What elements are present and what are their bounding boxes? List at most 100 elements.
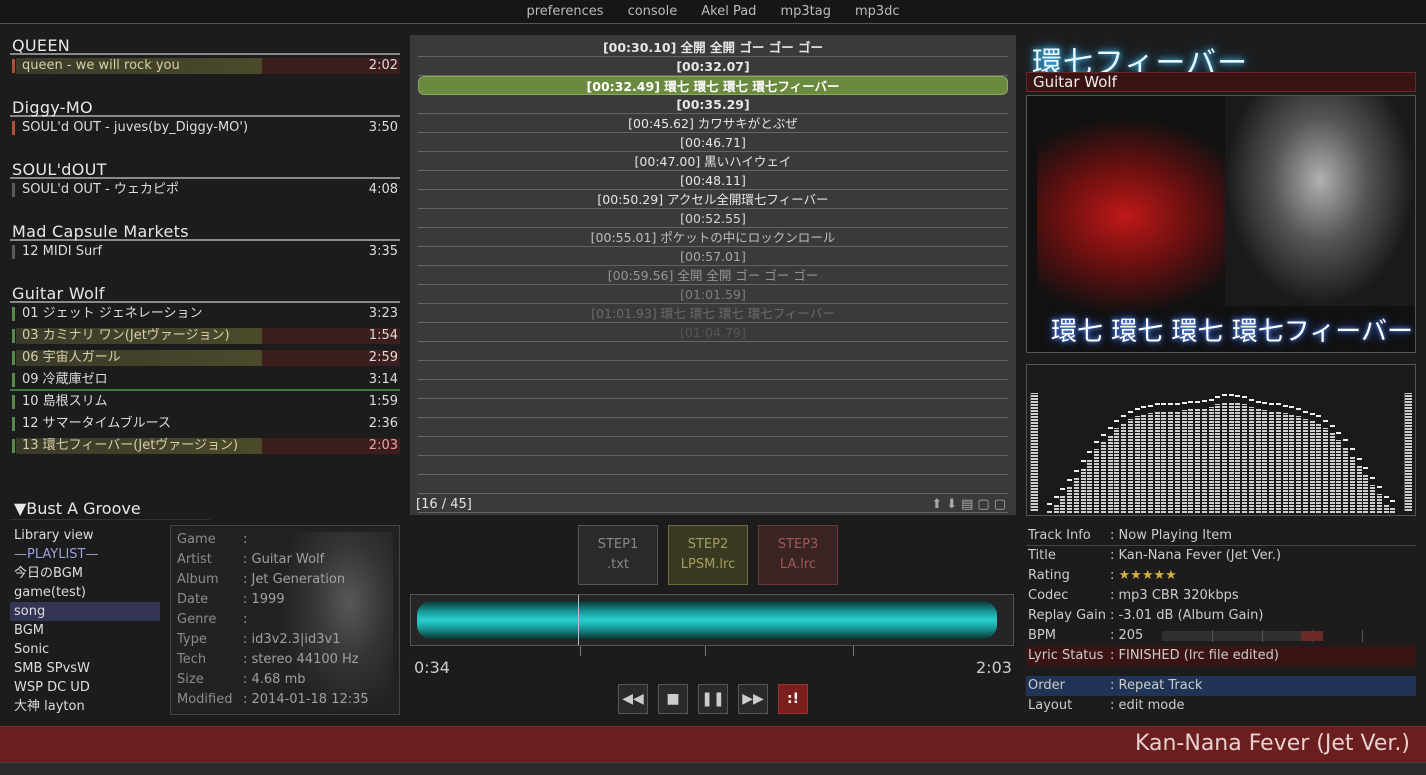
lyrics-panel[interactable]: [00:30.10] 全開 全開 ゴー ゴー ゴー [00:32.07] [00:3… [410, 35, 1016, 515]
info-header-value: : Now Playing Item [1110, 528, 1232, 543]
lyric-line[interactable]: [01:04.79] [418, 323, 1008, 342]
library-item[interactable]: Sonic [10, 640, 160, 659]
track-row[interactable]: 12 サマータイムブルース 2:36 [10, 413, 400, 435]
lyric-line[interactable]: [00:32.49] 環七 環七 環七 環七フィーバー [418, 76, 1008, 95]
waveform-seekbar[interactable]: ▼ [410, 594, 1014, 646]
group-title[interactable]: SOUL'dOUT [10, 160, 400, 179]
lyric-line[interactable]: [00:50.29] アクセル全開環七フィーバー [418, 190, 1008, 209]
next-button[interactable]: ▶▶ [738, 684, 768, 714]
meta-row: Artist: Guitar Wolf [171, 550, 399, 570]
rating-stars-icon[interactable]: ★★★★★ [1119, 568, 1177, 583]
order-key: Order [1028, 678, 1065, 693]
library-title[interactable]: ▼Bust A Groove [10, 498, 210, 520]
stop-button[interactable]: ■ [658, 684, 688, 714]
library-item[interactable]: 今日のBGM [10, 564, 160, 583]
lyric-line[interactable] [418, 361, 1008, 380]
step2-sub: LPSM.lrc [680, 557, 736, 572]
menu-console[interactable]: console [628, 4, 678, 19]
lyric-line[interactable]: [00:30.10] 全開 全開 ゴー ゴー ゴー [418, 38, 1008, 57]
track-row[interactable]: 13 環七フィーバー(Jetヴァージョン) 2:03 [10, 435, 400, 457]
lyric-line[interactable]: [00:32.07] [418, 57, 1008, 76]
lyric-line[interactable]: [01:01.93] 環七 環七 環七 環七フィーバー [418, 304, 1008, 323]
lyric-line[interactable]: [00:45.62] カワサキがとぶぜ [418, 114, 1008, 133]
library-item[interactable]: SMB SPvsW [10, 659, 160, 678]
library-item[interactable]: song [10, 602, 160, 621]
menu-mp3tag[interactable]: mp3tag [780, 4, 831, 19]
lyric-line[interactable]: [00:35.29] [418, 95, 1008, 114]
lyric-line[interactable] [418, 418, 1008, 437]
library-nav: Library view —PLAYLIST— 今日のBGM game(test) so… [10, 526, 160, 716]
group-title[interactable]: Diggy-MO [10, 98, 400, 117]
info-order[interactable]: Order: Repeat Track [1026, 676, 1416, 696]
spectrum-bar [1356, 465, 1362, 513]
spectrum-peak [1154, 403, 1160, 406]
track-row[interactable]: SOUL'd OUT - ウェカピポ 4:08 [10, 179, 400, 201]
track-row[interactable]: 10 島根スリム 1:59 [10, 391, 400, 413]
library-item[interactable]: —PLAYLIST— [10, 545, 160, 564]
lyric-line[interactable] [418, 380, 1008, 399]
lyric-line[interactable]: [00:47.00] 黒いハイウェイ [418, 152, 1008, 171]
spectrum-bar [1363, 475, 1369, 513]
info-layout[interactable]: Layout: edit mode [1026, 696, 1416, 716]
spectrum-peak [1121, 415, 1127, 418]
lyric-line[interactable] [418, 399, 1008, 418]
library-item[interactable]: WSP DC UD [10, 678, 160, 697]
menu-preferences[interactable]: preferences [526, 4, 603, 19]
info-bpm: BPM: 205 [1026, 626, 1416, 646]
spectrum-bar [1114, 427, 1120, 513]
lyric-line[interactable]: [00:52.55] [418, 209, 1008, 228]
spectrum-peak [1370, 476, 1376, 479]
random-button[interactable]: :! [778, 684, 808, 714]
track-row[interactable]: 06 宇宙人ガール 2:59 [10, 347, 400, 369]
track-name: 10 島根スリム [22, 394, 108, 409]
lyric-line[interactable] [418, 342, 1008, 361]
track-row[interactable]: 01 ジェット ジェネレーション 3:23 [10, 303, 400, 325]
lyric-line[interactable]: [01:01.59] [418, 285, 1008, 304]
previous-button[interactable]: ◀◀ [618, 684, 648, 714]
library-item[interactable]: game(test) [10, 583, 160, 602]
track-row[interactable]: SOUL'd OUT - juves(by_Diggy-MO') 3:50 [10, 117, 400, 139]
library-item[interactable]: Library view [10, 526, 160, 545]
spectrum-peak [1316, 415, 1322, 418]
lyric-line[interactable] [418, 475, 1008, 494]
lyric-line[interactable] [418, 456, 1008, 475]
meta-row: Modified: 2014-01-18 12:35 [171, 690, 399, 710]
step3-button[interactable]: STEP3 LA.lrc [758, 525, 838, 585]
spectrum-bar [1047, 510, 1052, 513]
time-length: 2:03 [976, 658, 1012, 677]
step1-button[interactable]: STEP1 .txt [578, 525, 658, 585]
group-title[interactable]: QUEEN [10, 36, 400, 55]
lyric-line[interactable] [418, 437, 1008, 456]
info-title-value: : Kan-Nana Fever (Jet Ver.) [1110, 548, 1282, 563]
lyric-line[interactable]: [00:46.71] [418, 133, 1008, 152]
spectrum-bar [1235, 403, 1241, 513]
menu-akelpad[interactable]: Akel Pad [701, 4, 756, 19]
track-row[interactable]: queen - we will rock you 2:02 [10, 55, 400, 77]
step2-button[interactable]: STEP2 LPSM.lrc [668, 525, 748, 585]
lyric-line[interactable] [418, 494, 1008, 513]
menu-mp3dc[interactable]: mp3dc [855, 4, 900, 19]
spectrum-bar [1168, 411, 1174, 513]
library-item[interactable]: 大神 layton [10, 697, 160, 716]
spectrum-peak [1053, 495, 1059, 498]
lyric-line[interactable]: [00:59.56] 全開 全開 ゴー ゴー ゴー [418, 266, 1008, 285]
spectrum-bar [1316, 423, 1322, 513]
track-duration: 1:59 [368, 394, 398, 409]
group-title[interactable]: Mad Capsule Markets [10, 222, 400, 241]
bpm-seg [1362, 630, 1363, 642]
group-title[interactable]: Guitar Wolf [10, 284, 400, 303]
library-item[interactable]: BGM [10, 621, 160, 640]
lyric-line[interactable]: [00:57.01] [418, 247, 1008, 266]
track-row[interactable]: 03 カミナリ ワン(Jetヴァージョン) 1:54 [10, 325, 400, 347]
track-marker [12, 417, 15, 431]
spectrum-bar [1336, 439, 1342, 513]
spectrum-peak [1356, 457, 1362, 460]
spectrum-peak [1282, 404, 1288, 407]
lyric-line[interactable]: [00:55.01] ポケットの中にロックンロール [418, 228, 1008, 247]
track-row[interactable]: 09 冷蔵庫ゼロ 3:14 [10, 369, 400, 391]
pause-button[interactable]: ❚❚ [698, 684, 728, 714]
lyric-line[interactable]: [00:48.11] [418, 171, 1008, 190]
track-row[interactable]: 12 MIDI Surf 3:35 [10, 241, 400, 263]
lyric-tool-icons[interactable]: ⬆⬇▤▢▢ [931, 497, 1010, 512]
playhead-cursor[interactable] [578, 595, 580, 645]
